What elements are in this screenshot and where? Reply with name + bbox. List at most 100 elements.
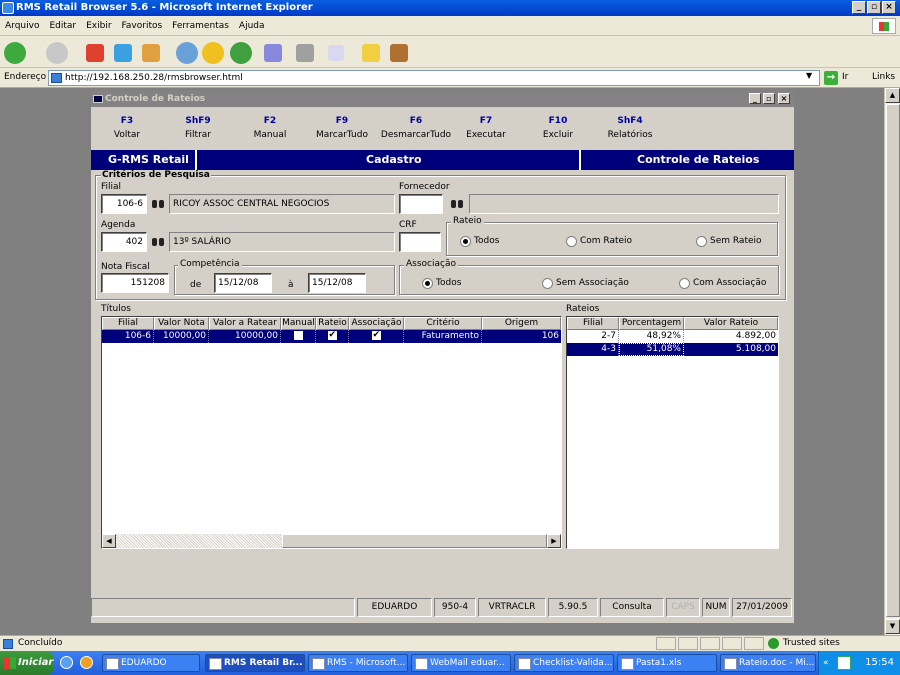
menu-exibir[interactable]: Exibir	[81, 16, 116, 36]
task-rms-microsoft[interactable]: RMS - Microsoft...	[308, 654, 408, 672]
start-button[interactable]: Iniciar	[0, 651, 54, 675]
scroll-left-icon[interactable]: ◀	[102, 534, 116, 548]
fkey-excluir[interactable]: F10 Excluir	[526, 116, 590, 140]
address-dropdown-icon[interactable]: ▼	[806, 71, 812, 80]
cell-rateio	[316, 330, 349, 343]
col-valor-nota[interactable]: Valor Nota	[154, 317, 209, 330]
rateio-com-radio[interactable]: Com Rateio	[566, 236, 632, 247]
minimize-button[interactable]: _	[852, 1, 866, 14]
associacao-com-radio[interactable]: Com Associação	[679, 278, 766, 289]
titulos-grid[interactable]: Filial Valor Nota Valor a Ratear Manual …	[101, 316, 562, 549]
col-filial[interactable]: Filial	[102, 317, 154, 330]
competencia-a-input[interactable]: 15/12/08	[308, 273, 366, 293]
agenda-search-icon[interactable]	[149, 233, 167, 251]
col-valor-ratear[interactable]: Valor a Ratear	[209, 317, 281, 330]
task-rateio-doc[interactable]: Rateio.doc - Mi...	[720, 654, 816, 672]
col-manual[interactable]: Manual	[281, 317, 316, 330]
filial-search-icon[interactable]	[149, 195, 167, 213]
nota-fiscal-input[interactable]: 151208	[101, 273, 169, 293]
filial-code-input[interactable]: 106-6	[101, 194, 147, 214]
table-row[interactable]: 4-3 51,08% 5.108,00	[567, 343, 778, 356]
app-maximize-button[interactable]: ▫	[763, 93, 775, 104]
associacao-checkbox[interactable]	[371, 330, 381, 342]
folder-icon[interactable]	[362, 44, 380, 62]
fornecedor-search-icon[interactable]	[448, 195, 466, 213]
menu-editar[interactable]: Editar	[44, 16, 81, 36]
clock: 15:54	[865, 657, 894, 668]
fkey-executar[interactable]: F7 Executar	[454, 116, 518, 140]
col-porcentagem[interactable]: Porcentagem	[619, 317, 684, 330]
app-close-button[interactable]: ×	[778, 93, 790, 104]
edit-icon[interactable]	[328, 45, 344, 61]
forward-icon[interactable]	[46, 42, 68, 64]
rateio-todos-radio[interactable]: Todos	[460, 236, 499, 247]
associacao-sem-radio[interactable]: Sem Associação	[542, 278, 629, 289]
fornecedor-code-input[interactable]	[399, 194, 443, 214]
col-origem[interactable]: Origem	[482, 317, 561, 330]
col-valor-rateio[interactable]: Valor Rateio	[684, 317, 778, 330]
task-checklist[interactable]: Checklist-Valida...	[514, 654, 614, 672]
favorites-icon[interactable]	[202, 42, 224, 64]
messenger-icon[interactable]	[390, 44, 408, 62]
go-button[interactable]: Ir	[842, 72, 848, 82]
app-minimize-button[interactable]: _	[749, 93, 761, 104]
menu-arquivo[interactable]: Arquivo	[0, 16, 44, 36]
ie-quicklaunch-icon[interactable]	[60, 656, 73, 669]
manual-checkbox[interactable]	[293, 331, 303, 340]
rateio-sem-radio[interactable]: Sem Rateio	[696, 236, 762, 247]
associacao-todos-radio[interactable]: Todos	[422, 278, 461, 289]
scroll-thumb[interactable]	[282, 534, 547, 548]
col-rateio[interactable]: Rateio	[316, 317, 349, 330]
banner-screen: Controle de Rateios	[637, 153, 760, 166]
fkey-code: F9	[335, 116, 349, 126]
window-title: RMS Retail Browser 5.6 - Microsoft Inter…	[16, 2, 313, 13]
menu-ajuda[interactable]: Ajuda	[234, 16, 270, 36]
mail-icon[interactable]	[264, 44, 282, 62]
task-eduardo[interactable]: EDUARDO	[102, 654, 200, 672]
refresh-icon[interactable]	[114, 44, 132, 62]
fkey-relatorios[interactable]: ShF4 Relatórios	[598, 116, 662, 140]
rateio-checkbox[interactable]	[327, 330, 337, 342]
scroll-track[interactable]	[116, 534, 282, 548]
fkey-manual[interactable]: F2 Manual	[238, 116, 302, 140]
task-pasta1[interactable]: Pasta1.xls	[617, 654, 717, 672]
menu-ferramentas[interactable]: Ferramentas	[167, 16, 234, 36]
status-program: VRTRACLR	[478, 598, 546, 617]
scroll-down-icon[interactable]: ▼	[885, 619, 900, 634]
col-filial[interactable]: Filial	[567, 317, 619, 330]
stop-icon[interactable]	[86, 44, 104, 62]
page-vertical-scrollbar[interactable]: ▲ ▼	[884, 88, 900, 635]
tray-expand-icon[interactable]: «	[823, 651, 829, 675]
menu-favoritos[interactable]: Favoritos	[117, 16, 168, 36]
scroll-up-icon[interactable]: ▲	[885, 88, 900, 103]
media-quicklaunch-icon[interactable]	[80, 656, 93, 669]
address-input[interactable]: http://192.168.250.28/rmsbrowser.html	[48, 70, 820, 86]
table-row[interactable]: 2-7 48,92% 4.892,00	[567, 330, 778, 343]
links-button[interactable]: Links	[872, 72, 895, 82]
rateios-grid[interactable]: Filial Porcentagem Valor Rateio 2-7 48,9…	[566, 316, 779, 549]
titulos-horizontal-scrollbar[interactable]: ◀ ▶	[102, 534, 561, 548]
fkey-filtrar[interactable]: ShF9 Filtrar	[166, 116, 230, 140]
back-icon[interactable]	[4, 42, 26, 64]
fkey-desmarcar-tudo[interactable]: F6 DesmarcarTudo	[380, 116, 452, 140]
close-button[interactable]: ×	[882, 1, 896, 14]
agenda-code-input[interactable]: 402	[101, 232, 147, 252]
task-webmail[interactable]: WebMail eduar...	[411, 654, 511, 672]
history-icon[interactable]	[230, 42, 252, 64]
task-rms-retail[interactable]: RMS Retail Br...	[205, 654, 305, 672]
table-row[interactable]: 106-6 10000,00 10000,00 Faturamento 106	[102, 330, 561, 343]
go-arrow-icon[interactable]: →	[824, 71, 838, 85]
fkey-voltar[interactable]: F3 Voltar	[95, 116, 159, 140]
col-criterio[interactable]: Critério	[404, 317, 482, 330]
crf-input[interactable]	[399, 232, 441, 252]
col-associacao[interactable]: Associação	[349, 317, 404, 330]
print-icon[interactable]	[296, 44, 314, 62]
tray-app-icon[interactable]	[837, 656, 851, 670]
home-icon[interactable]	[142, 44, 160, 62]
competencia-de-input[interactable]: 15/12/08	[214, 273, 272, 293]
search-icon[interactable]	[176, 42, 198, 64]
maximize-button[interactable]: ▫	[867, 1, 881, 14]
scroll-right-icon[interactable]: ▶	[547, 534, 561, 548]
scroll-thumb[interactable]	[886, 104, 900, 617]
fkey-marcar-tudo[interactable]: F9 MarcarTudo	[310, 116, 374, 140]
